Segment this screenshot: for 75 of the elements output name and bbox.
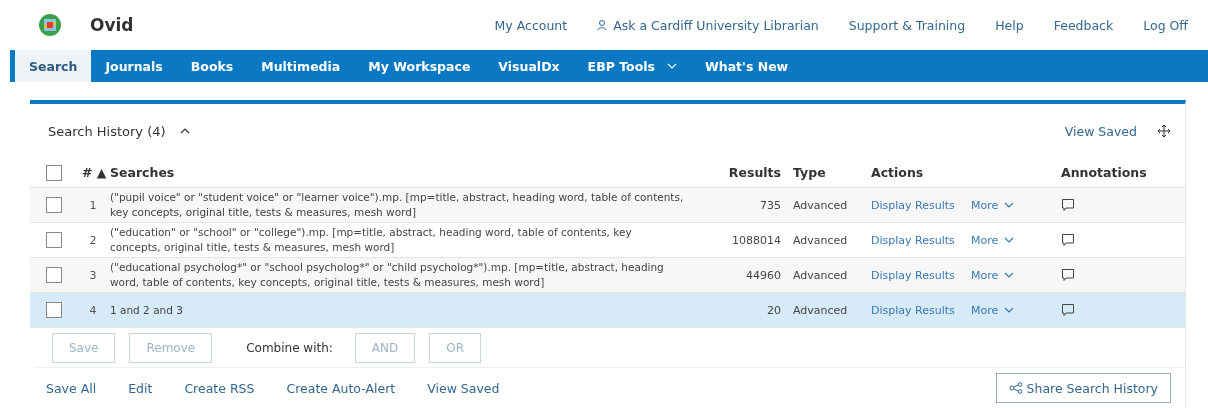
panel-title: Search History (4) bbox=[48, 123, 166, 139]
chevron-icon bbox=[1004, 307, 1015, 313]
header-link[interactable]: Help bbox=[995, 17, 1024, 33]
comment-icon[interactable] bbox=[1061, 233, 1075, 247]
row-checkbox[interactable] bbox=[46, 267, 62, 283]
results-count: 44960 bbox=[745, 268, 782, 282]
person-icon bbox=[597, 19, 610, 31]
move-icon[interactable] bbox=[1157, 124, 1171, 138]
search-query: ("pupil voice" or "student voice" or "learner voice").mp. [mp=title, abstract, heading word, table of contents, key concepts, original title, tests & measures, mesh word] bbox=[110, 190, 685, 220]
search-query: ("educational psycholog*" or "school psycholog*" or "child psycholog*").mp. [mp=title, abstract, heading word, table of contents, key concepts, original title, tests & measures, mesh word] bbox=[110, 260, 665, 290]
search-query: ("education" or "school" or "college").mp. [mp=title, abstract, heading word, table of contents, key concepts, original title, tests & measures, mesh word] bbox=[110, 225, 633, 255]
row-number: 4 bbox=[88, 303, 98, 317]
chevron-icon bbox=[179, 128, 190, 134]
footer-link[interactable]: Save All bbox=[46, 380, 97, 396]
globe-logo-icon bbox=[38, 13, 62, 37]
nav-tab[interactable]: EBP Tools bbox=[573, 50, 691, 82]
more-dropdown[interactable]: More bbox=[971, 198, 1061, 212]
comment-icon[interactable] bbox=[1061, 268, 1075, 282]
display-results-link[interactable]: Display Results bbox=[871, 233, 971, 247]
history-row[interactable] bbox=[30, 188, 1185, 223]
more-dropdown[interactable]: More bbox=[971, 268, 1061, 282]
display-results-link[interactable]: Display Results bbox=[871, 303, 971, 317]
column-header: Type bbox=[793, 165, 827, 180]
more-dropdown[interactable]: More bbox=[971, 303, 1061, 317]
chevron-icon bbox=[1004, 202, 1015, 208]
nav-tab[interactable]: Books bbox=[176, 50, 248, 82]
search-type: Advanced bbox=[793, 198, 849, 212]
history-row[interactable]: 4 1 and 2 and 3 20 Advanced Display Results More bbox=[30, 293, 1185, 328]
nav-tab[interactable]: Search bbox=[15, 50, 92, 82]
nav-tab[interactable]: Multimedia bbox=[247, 50, 355, 82]
more-dropdown[interactable]: More bbox=[971, 233, 1061, 247]
history-row[interactable] bbox=[30, 258, 1185, 293]
view-saved-link[interactable]: View Saved bbox=[1064, 123, 1137, 139]
combine-label: Combine with: bbox=[246, 340, 333, 355]
share-icon bbox=[1008, 382, 1023, 394]
row-number: 3 bbox=[88, 268, 98, 282]
brand-name: Ovid bbox=[90, 15, 134, 35]
footer-link[interactable]: Create Auto-Alert bbox=[286, 380, 396, 396]
search-type: Advanced bbox=[793, 268, 849, 282]
row-checkbox[interactable] bbox=[46, 302, 62, 318]
footer-link[interactable]: Edit bbox=[128, 380, 153, 396]
results-count: 1088014 bbox=[731, 233, 782, 247]
header-link[interactable]: Ask a Cardiff University Librarian bbox=[597, 17, 819, 33]
nav-tab[interactable]: What's New bbox=[690, 50, 803, 82]
column-header: Annotations bbox=[1061, 165, 1148, 180]
row-number: 1 bbox=[88, 198, 98, 212]
search-type: Advanced bbox=[793, 233, 849, 247]
footer-link[interactable]: Create RSS bbox=[184, 380, 255, 396]
header-link[interactable]: Support & Training bbox=[848, 17, 966, 33]
header-link[interactable]: Feedback bbox=[1053, 17, 1114, 33]
column-header: Results bbox=[727, 165, 782, 180]
display-results-link[interactable]: Display Results bbox=[871, 198, 971, 212]
chevron-icon bbox=[1004, 237, 1015, 243]
header-link[interactable]: Log Off bbox=[1143, 17, 1188, 33]
share-button[interactable]: Share Search History bbox=[995, 373, 1171, 403]
row-number: 2 bbox=[88, 233, 98, 247]
search-query: 1 and 2 and 3 bbox=[110, 302, 184, 318]
chevron-icon bbox=[1004, 272, 1015, 278]
row-checkbox[interactable] bbox=[46, 232, 62, 248]
results-count: 20 bbox=[766, 303, 782, 317]
display-results-link[interactable]: Display Results bbox=[871, 268, 971, 282]
results-count: 735 bbox=[759, 198, 782, 212]
nav-tab[interactable]: Journals bbox=[91, 50, 177, 82]
nav-tab[interactable]: VisualDx bbox=[484, 50, 574, 82]
column-header[interactable]: # ▲ bbox=[82, 165, 110, 180]
footer-link[interactable]: View Saved bbox=[427, 380, 500, 396]
comment-icon[interactable] bbox=[1061, 198, 1075, 212]
column-header: Actions bbox=[871, 165, 925, 180]
header-link[interactable]: My Account bbox=[494, 17, 568, 33]
nav-tab[interactable]: My Workspace bbox=[354, 50, 485, 82]
select-all-checkbox[interactable] bbox=[46, 164, 62, 181]
comment-icon[interactable] bbox=[1061, 303, 1075, 317]
row-checkbox[interactable] bbox=[46, 197, 62, 213]
search-type: Advanced bbox=[793, 303, 849, 317]
column-header: Searches bbox=[110, 165, 176, 180]
